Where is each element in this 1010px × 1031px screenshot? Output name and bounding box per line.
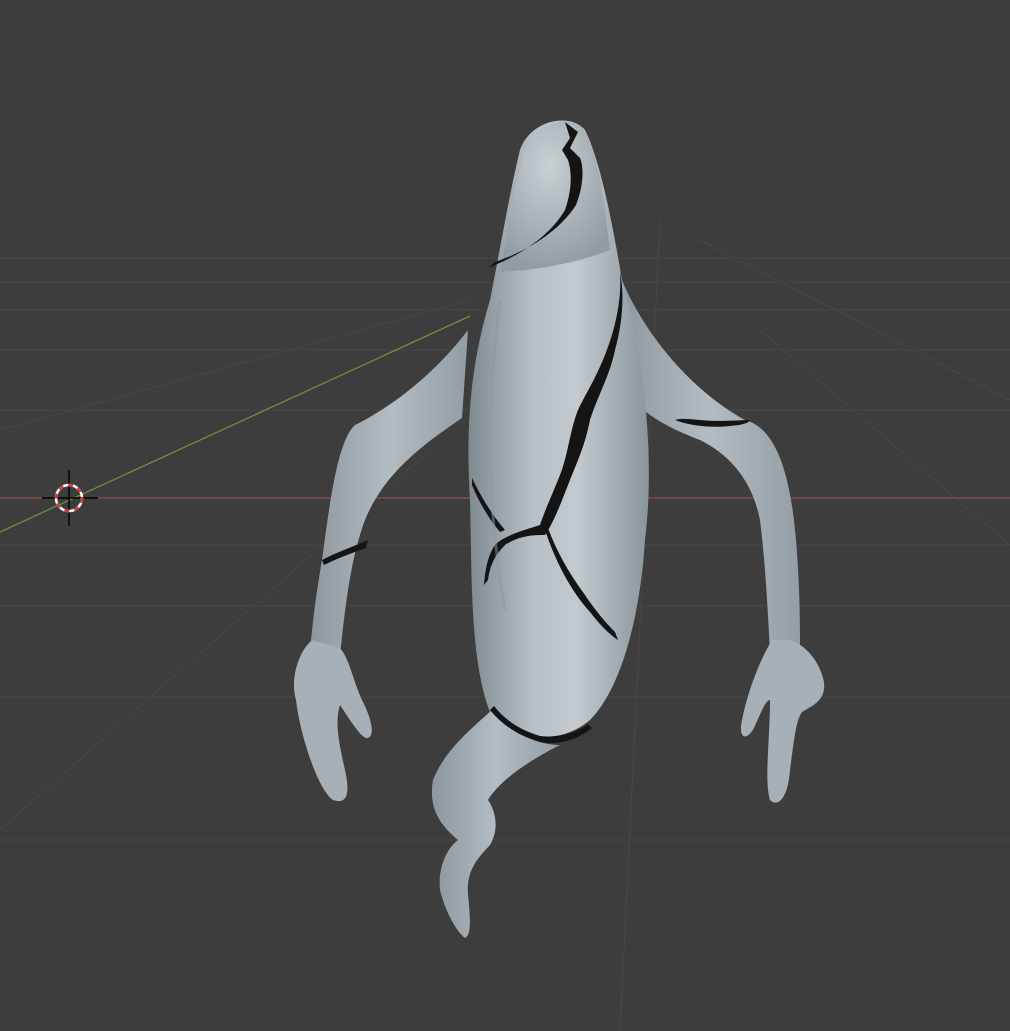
viewport-canvas[interactable] — [0, 0, 1010, 1031]
3d-viewport[interactable] — [0, 0, 1010, 1031]
